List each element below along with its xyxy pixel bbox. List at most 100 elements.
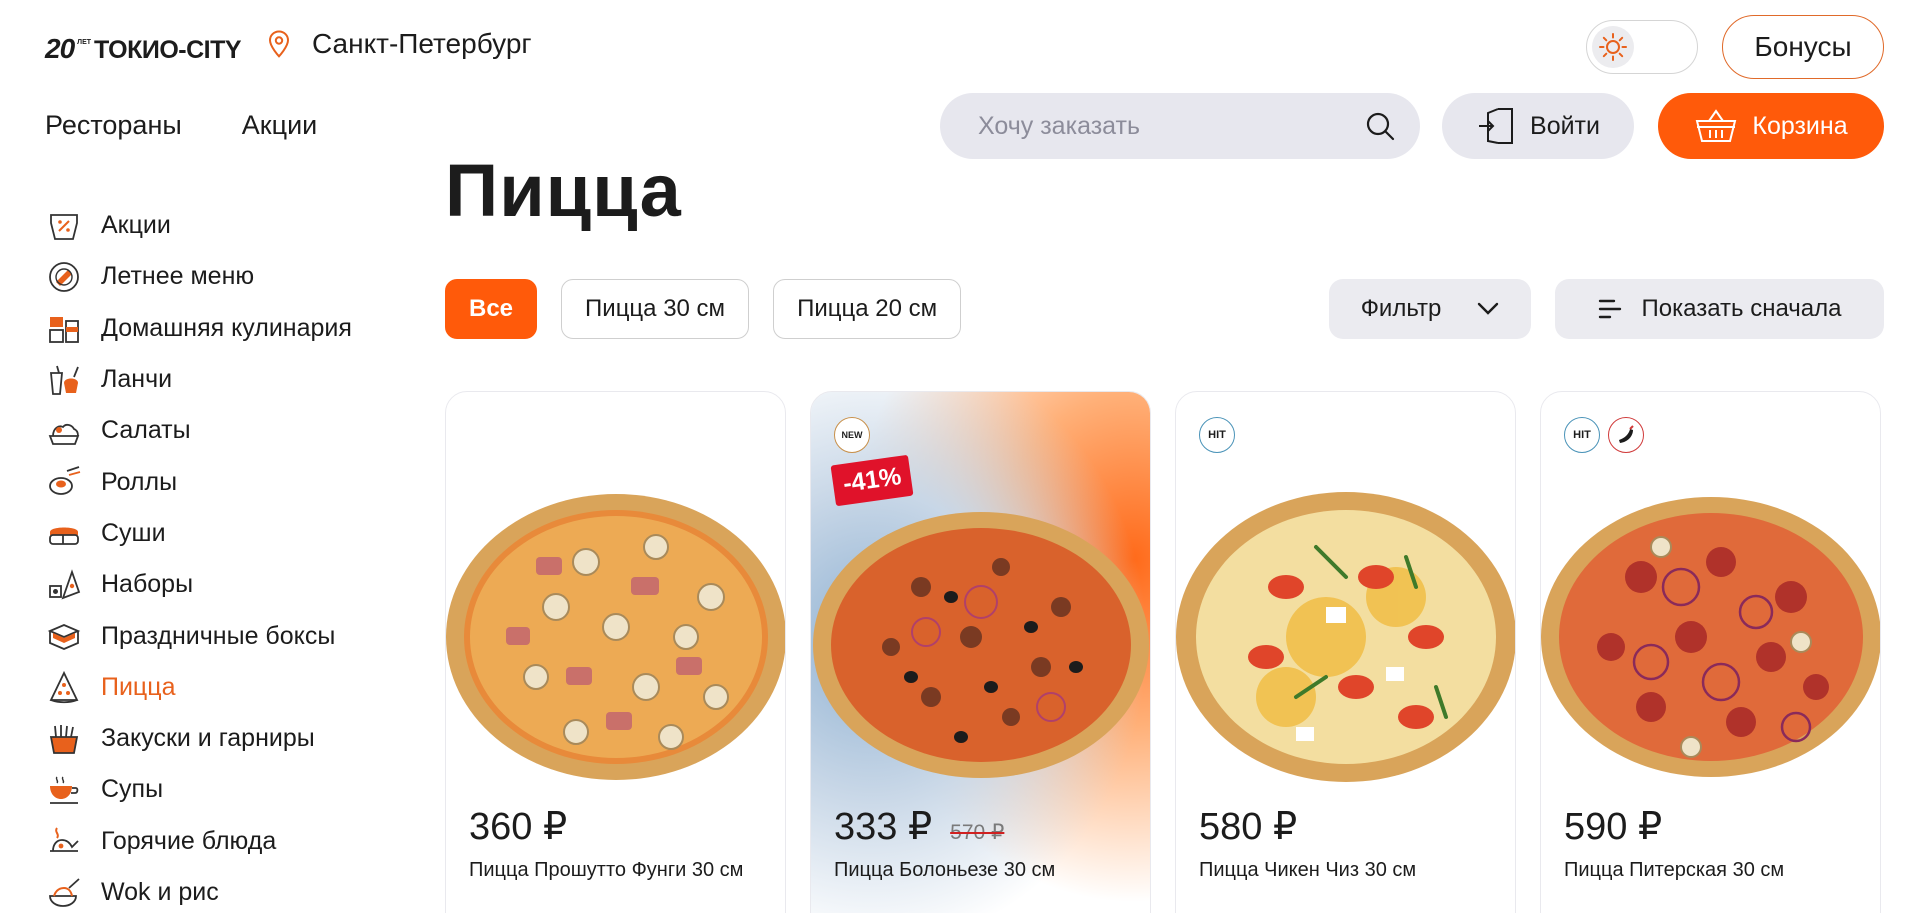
sidebar-item-wok[interactable]: Wok и рис bbox=[45, 867, 405, 913]
location-pin-icon bbox=[268, 30, 290, 58]
price: 360 ₽ bbox=[469, 806, 568, 848]
product-card[interactable]: 360 ₽ Пицца Прошутто Фунги 30 см bbox=[445, 391, 786, 913]
page-title: Пицца bbox=[445, 149, 682, 232]
filter-dropdown[interactable]: Фильтр bbox=[1329, 279, 1531, 339]
logo-sub: ЛЕТ bbox=[77, 39, 92, 46]
hot-dish-icon bbox=[45, 822, 83, 860]
nav-promotions[interactable]: Акции bbox=[242, 110, 317, 141]
sidebar-item-label: Закуски и гарниры bbox=[101, 724, 315, 753]
sidebar-item-sushi[interactable]: Суши bbox=[45, 508, 405, 559]
city-selector[interactable]: Санкт-Петербург bbox=[268, 28, 532, 60]
box-icon bbox=[45, 617, 83, 655]
chip-pizza-20[interactable]: Пицца 20 см bbox=[773, 279, 962, 339]
summer-menu-icon bbox=[45, 258, 83, 296]
size-filter-chips: Все Пицца 30 см Пицца 20 см bbox=[445, 279, 962, 339]
search-bar[interactable] bbox=[940, 93, 1420, 159]
category-sidebar: Акции Летнее меню Домашняя кулинария Лан… bbox=[45, 200, 405, 913]
promo-icon bbox=[45, 207, 83, 245]
soup-icon bbox=[45, 771, 83, 809]
sidebar-item-rolls[interactable]: Роллы bbox=[45, 456, 405, 507]
hit-badge: HIT bbox=[1199, 417, 1235, 453]
badges: HIT bbox=[1564, 417, 1644, 453]
logo[interactable]: 20 ЛЕТ ТОКИО-CITY bbox=[45, 33, 242, 65]
sidebar-item-label: Суши bbox=[101, 518, 166, 547]
sidebar-item-label: Летнее меню bbox=[101, 262, 255, 291]
price: 333 ₽ bbox=[834, 806, 933, 848]
pizza-image[interactable] bbox=[1541, 487, 1881, 787]
sort-icon bbox=[1598, 299, 1621, 319]
salad-icon bbox=[45, 412, 83, 450]
nav-restaurants[interactable]: Рестораны bbox=[45, 110, 182, 141]
cart-button[interactable]: Корзина bbox=[1658, 93, 1884, 159]
search-icon[interactable] bbox=[1364, 110, 1396, 142]
chevron-down-icon bbox=[1478, 302, 1499, 315]
search-input[interactable] bbox=[978, 111, 1364, 141]
rolls-icon bbox=[45, 463, 83, 501]
sidebar-item-label: Горячие блюда bbox=[101, 826, 277, 855]
sun-icon bbox=[1592, 26, 1634, 68]
basket-icon bbox=[1696, 109, 1737, 142]
home-cooking-icon bbox=[45, 309, 83, 347]
sidebar-item-label: Супы bbox=[101, 775, 164, 804]
sidebar-item-label: Праздничные боксы bbox=[101, 621, 336, 650]
product-grid: 360 ₽ Пицца Прошутто Фунги 30 см NEW -41… bbox=[445, 391, 1881, 913]
price-row: 333 ₽ 570 ₽ bbox=[834, 804, 1004, 849]
product-name[interactable]: Пицца Чикен Чиз 30 см bbox=[1199, 858, 1499, 882]
sidebar-item-home-cooking[interactable]: Домашняя кулинария bbox=[45, 303, 405, 354]
sidebar-item-promo[interactable]: Акции bbox=[45, 200, 405, 251]
logo-number: 20 bbox=[45, 33, 75, 64]
bonus-button[interactable]: Бонусы bbox=[1722, 15, 1884, 79]
sidebar-item-pizza[interactable]: Пицца bbox=[45, 662, 405, 713]
sidebar-item-salads[interactable]: Салаты bbox=[45, 405, 405, 456]
sort-label: Показать сначала bbox=[1641, 295, 1842, 322]
sidebar-item-label: Ланчи bbox=[101, 365, 173, 394]
sidebar-item-label: Пицца bbox=[101, 672, 176, 701]
city-name: Санкт-Петербург bbox=[312, 28, 532, 59]
sidebar-item-summer-menu[interactable]: Летнее меню bbox=[45, 251, 405, 302]
sidebar-item-label: Wok и рис bbox=[101, 878, 219, 906]
top-nav: Рестораны Акции bbox=[45, 110, 317, 141]
product-name[interactable]: Пицца Прошутто Фунги 30 см bbox=[469, 858, 769, 882]
sidebar-item-label: Роллы bbox=[101, 467, 178, 496]
sidebar-item-sets[interactable]: Наборы bbox=[45, 559, 405, 610]
pizza-icon bbox=[45, 668, 83, 706]
sidebar-item-soups[interactable]: Супы bbox=[45, 764, 405, 815]
lunch-icon bbox=[45, 361, 83, 399]
sidebar-item-label: Акции bbox=[101, 211, 171, 240]
logo-name: ТОКИО-CITY bbox=[94, 36, 242, 64]
product-card[interactable]: HIT 590 ₽ Пицца Питерская 30 см bbox=[1540, 391, 1881, 913]
theme-toggle[interactable] bbox=[1586, 20, 1698, 74]
login-button[interactable]: Войти bbox=[1442, 93, 1634, 159]
price-row: 580 ₽ bbox=[1199, 804, 1297, 849]
cart-label: Корзина bbox=[1752, 111, 1848, 140]
pizza-image[interactable] bbox=[1176, 487, 1516, 787]
sets-icon bbox=[45, 566, 83, 604]
sidebar-item-snacks[interactable]: Закуски и гарниры bbox=[45, 713, 405, 764]
login-icon bbox=[1479, 108, 1514, 144]
hit-badge: HIT bbox=[1564, 417, 1600, 453]
chip-pizza-30[interactable]: Пицца 30 см bbox=[561, 279, 750, 339]
wok-icon bbox=[45, 874, 83, 912]
product-name[interactable]: Пицца Болоньезе 30 см bbox=[834, 858, 1134, 882]
pizza-image[interactable] bbox=[446, 487, 786, 787]
old-price: 570 ₽ bbox=[950, 821, 1005, 844]
pizza-image[interactable] bbox=[811, 487, 1151, 787]
price-row: 590 ₽ bbox=[1564, 804, 1662, 849]
login-label: Войти bbox=[1530, 111, 1600, 140]
sidebar-item-label: Домашняя кулинария bbox=[101, 313, 352, 342]
badges: HIT bbox=[1199, 417, 1235, 453]
new-badge: NEW bbox=[834, 417, 870, 453]
sidebar-item-lunch[interactable]: Ланчи bbox=[45, 354, 405, 405]
sidebar-item-label: Салаты bbox=[101, 416, 191, 445]
product-card[interactable]: NEW -41% 333 ₽ 570 ₽ Пицца Болоньезе 30 … bbox=[810, 391, 1151, 913]
sort-dropdown[interactable]: Показать сначала bbox=[1555, 279, 1884, 339]
sidebar-item-boxes[interactable]: Праздничные боксы bbox=[45, 610, 405, 661]
product-card[interactable]: HIT 580 ₽ Пицца Чикен Чиз 30 см bbox=[1175, 391, 1516, 913]
header: 20 ЛЕТ ТОКИО-CITY Санкт-Петербург Бонусы… bbox=[0, 0, 1920, 170]
price: 580 ₽ bbox=[1199, 806, 1298, 848]
product-name[interactable]: Пицца Питерская 30 см bbox=[1564, 858, 1864, 882]
price-row: 360 ₽ bbox=[469, 804, 567, 849]
sidebar-item-hot-dishes[interactable]: Горячие блюда bbox=[45, 816, 405, 867]
chip-all[interactable]: Все bbox=[445, 279, 538, 339]
badges: NEW bbox=[834, 417, 870, 453]
